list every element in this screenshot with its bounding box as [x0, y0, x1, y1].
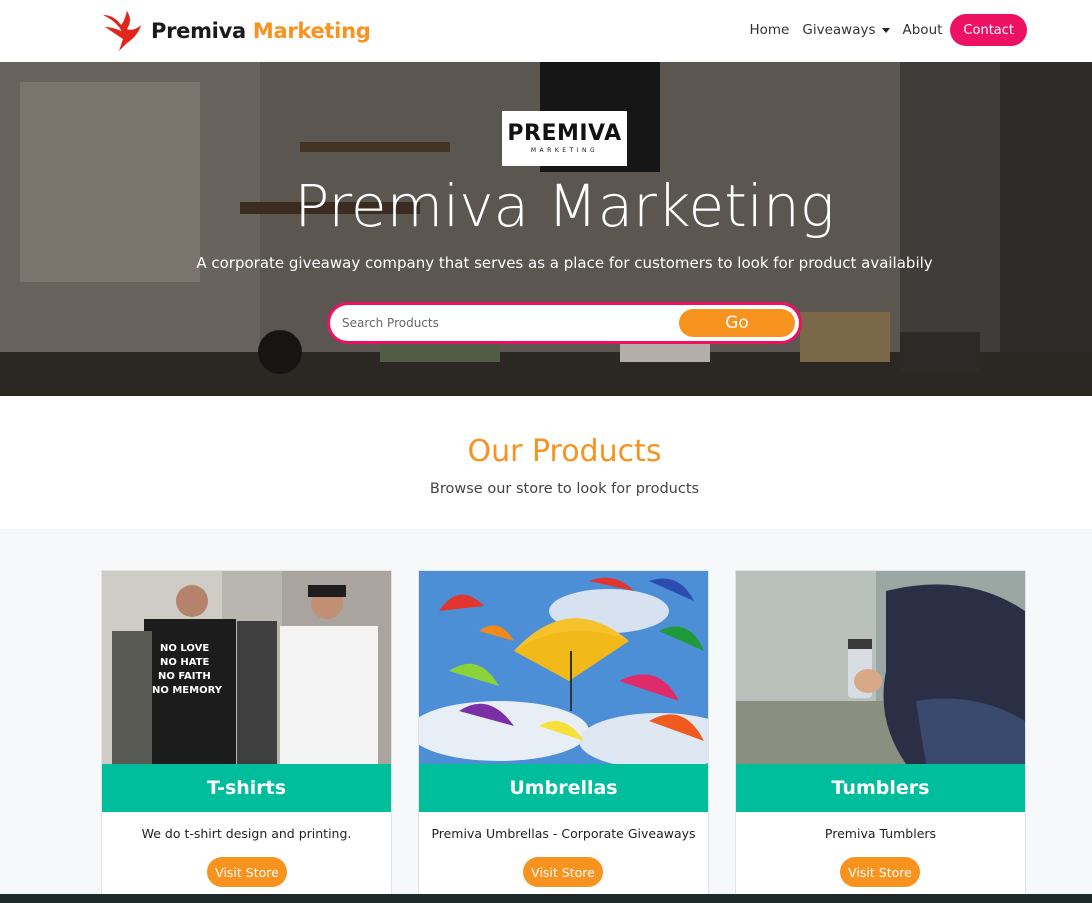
contact-button[interactable]: Contact — [950, 14, 1027, 46]
hero-subtitle: A corporate giveaway company that serves… — [196, 254, 933, 272]
brand-name-part2: Marketing — [252, 19, 371, 43]
tshirt-print-line4: NO MEMORY — [152, 685, 223, 696]
bottom-strip — [0, 894, 1092, 903]
hero-logo-word: PREMIVA — [507, 121, 622, 146]
card-title: T-shirts — [102, 764, 391, 812]
visit-store-button[interactable]: Visit Store — [207, 857, 287, 887]
card-description: We do t-shirt design and printing. — [141, 826, 352, 841]
nav-menu: Home Giveaways About Contact — [737, 14, 1027, 46]
tshirt-print-line2: NO HATE — [160, 657, 210, 668]
nav-giveaways-label: Giveaways — [802, 22, 876, 38]
brand[interactable]: Premiva Marketing — [101, 9, 371, 53]
nav-home[interactable]: Home — [750, 22, 790, 38]
card-description: Premiva Umbrellas - Corporate Giveaways — [431, 826, 696, 841]
brand-name-part1: Premiva — [151, 19, 246, 43]
caret-down-icon — [881, 27, 890, 33]
visit-store-button[interactable]: Visit Store — [523, 857, 603, 887]
products-title: Our Products — [467, 434, 662, 469]
card-title: Umbrellas — [419, 764, 708, 812]
search-input[interactable] — [342, 305, 672, 341]
nav-about[interactable]: About — [903, 22, 943, 38]
hero-logo: PREMIVA MARKETING — [502, 111, 627, 166]
products-subtitle: Browse our store to look for products — [429, 481, 700, 497]
card-title: Tumblers — [736, 764, 1025, 812]
nav-giveaways-dropdown[interactable]: Giveaways — [802, 22, 890, 38]
visit-store-button[interactable]: Visit Store — [840, 857, 920, 887]
product-card-umbrellas: Umbrellas Premiva Umbrellas - Corporate … — [418, 570, 709, 903]
umbrellas-image — [419, 571, 708, 764]
hero-logo-sub: MARKETING — [530, 147, 599, 154]
tshirt-print-line3: NO FAITH — [158, 671, 211, 682]
tumblers-image — [736, 571, 1025, 764]
search-bar: Go — [327, 302, 802, 344]
card-description: Premiva Tumblers — [824, 826, 937, 841]
bird-logo-icon — [103, 11, 141, 51]
hero-banner: PREMIVA MARKETING Premiva Marketing A co… — [0, 62, 1092, 396]
brand-name: Premiva Marketing — [151, 19, 371, 43]
tshirt-print-line1: NO LOVE — [160, 643, 209, 654]
search-go-button[interactable]: Go — [679, 309, 795, 337]
product-card-tumblers: Tumblers Premiva Tumblers Visit Store — [735, 570, 1026, 903]
product-card-tshirts: NO LOVE NO HATE NO FAITH NO MEMORY T-shi… — [101, 570, 392, 903]
products-grid: NO LOVE NO HATE NO FAITH NO MEMORY T-shi… — [0, 529, 1092, 903]
products-header: Our Products Browse our store to look fo… — [0, 396, 1092, 529]
hero-title: Premiva Marketing — [294, 172, 835, 240]
tshirts-image: NO LOVE NO HATE NO FAITH NO MEMORY — [102, 571, 391, 764]
navbar: Premiva Marketing Home Giveaways About C… — [0, 0, 1092, 62]
